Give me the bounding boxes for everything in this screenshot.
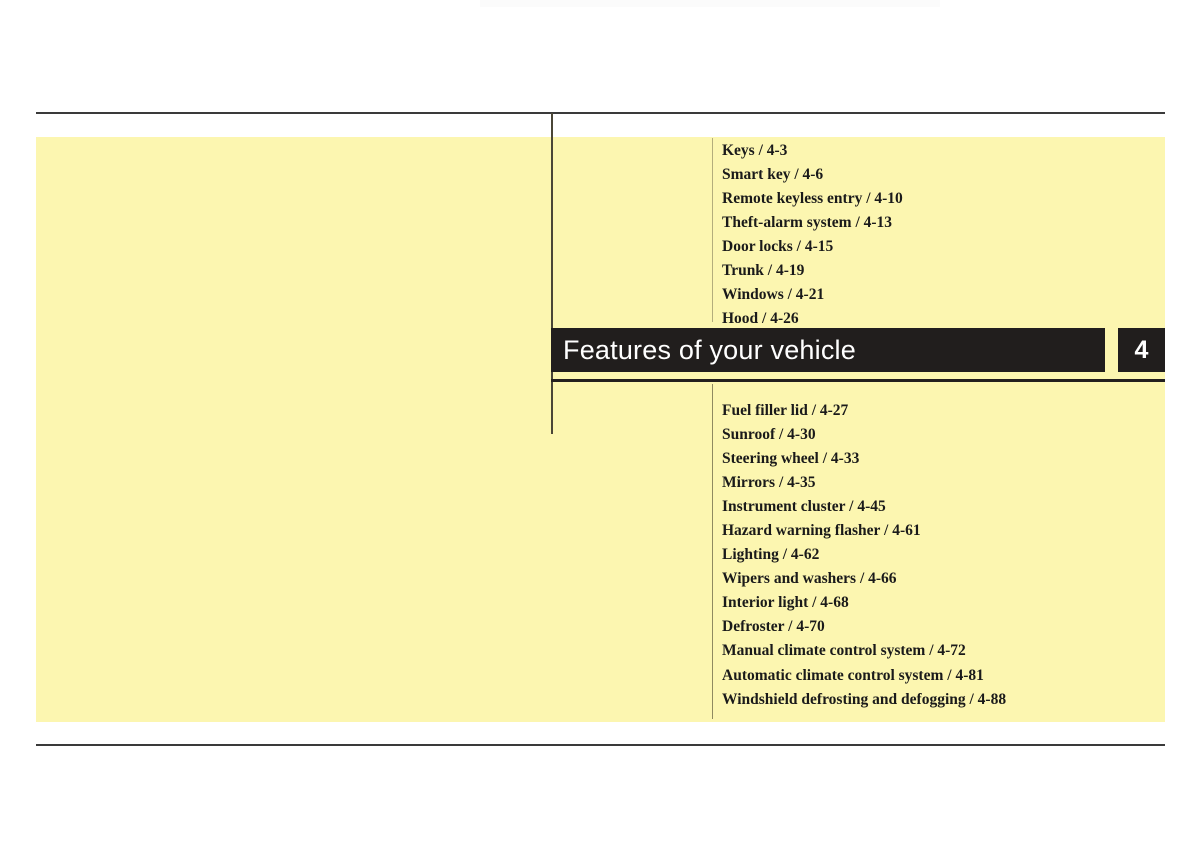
toc-entry[interactable]: Smart key / 4-6 <box>722 163 1152 187</box>
chapter-title-banner: Features of your vehicle <box>551 328 1105 372</box>
toc-entry[interactable]: Sunroof / 4-30 <box>722 423 1152 447</box>
banner-underline-rule <box>551 379 1165 382</box>
toc-entry[interactable]: Automatic climate control system / 4-81 <box>722 664 1152 688</box>
toc-entry[interactable]: Theft-alarm system / 4-13 <box>722 211 1152 235</box>
toc-entry[interactable]: Lighting / 4-62 <box>722 543 1152 567</box>
toc-entry[interactable]: Windows / 4-21 <box>722 283 1152 307</box>
toc-entry[interactable]: Keys / 4-3 <box>722 139 1152 163</box>
toc-bottom-inner-divider <box>712 384 713 719</box>
top-horizontal-rule <box>36 112 1165 114</box>
toc-top-inner-divider <box>712 138 713 322</box>
chapter-number: 4 <box>1134 335 1149 364</box>
toc-list-top: Keys / 4-3 Smart key / 4-6 Remote keyles… <box>722 139 1152 331</box>
toc-entry[interactable]: Hazard warning flasher / 4-61 <box>722 519 1152 543</box>
toc-entry[interactable]: Fuel filler lid / 4-27 <box>722 399 1152 423</box>
toc-entry[interactable]: Interior light / 4-68 <box>722 591 1152 615</box>
toc-entry[interactable]: Trunk / 4-19 <box>722 259 1152 283</box>
toc-list-bottom: Fuel filler lid / 4-27 Sunroof / 4-30 St… <box>722 399 1152 712</box>
manual-page: Keys / 4-3 Smart key / 4-6 Remote keyles… <box>0 0 1200 861</box>
toc-entry[interactable]: Defroster / 4-70 <box>722 615 1152 639</box>
toc-entry[interactable]: Windshield defrosting and defogging / 4-… <box>722 688 1152 712</box>
toc-entry[interactable]: Manual climate control system / 4-72 <box>722 639 1152 663</box>
page-title: Features of your vehicle <box>563 334 856 365</box>
toc-entry[interactable]: Remote keyless entry / 4-10 <box>722 187 1152 211</box>
toc-entry[interactable]: Instrument cluster / 4-45 <box>722 495 1152 519</box>
toc-entry[interactable]: Wipers and washers / 4-66 <box>722 567 1152 591</box>
scan-artifact-band <box>480 0 940 7</box>
chapter-number-tab: 4 <box>1118 328 1165 372</box>
toc-entry[interactable]: Mirrors / 4-35 <box>722 471 1152 495</box>
bottom-horizontal-rule <box>36 744 1165 746</box>
column-divider-line <box>551 113 553 434</box>
toc-entry[interactable]: Door locks / 4-15 <box>722 235 1152 259</box>
toc-entry[interactable]: Steering wheel / 4-33 <box>722 447 1152 471</box>
